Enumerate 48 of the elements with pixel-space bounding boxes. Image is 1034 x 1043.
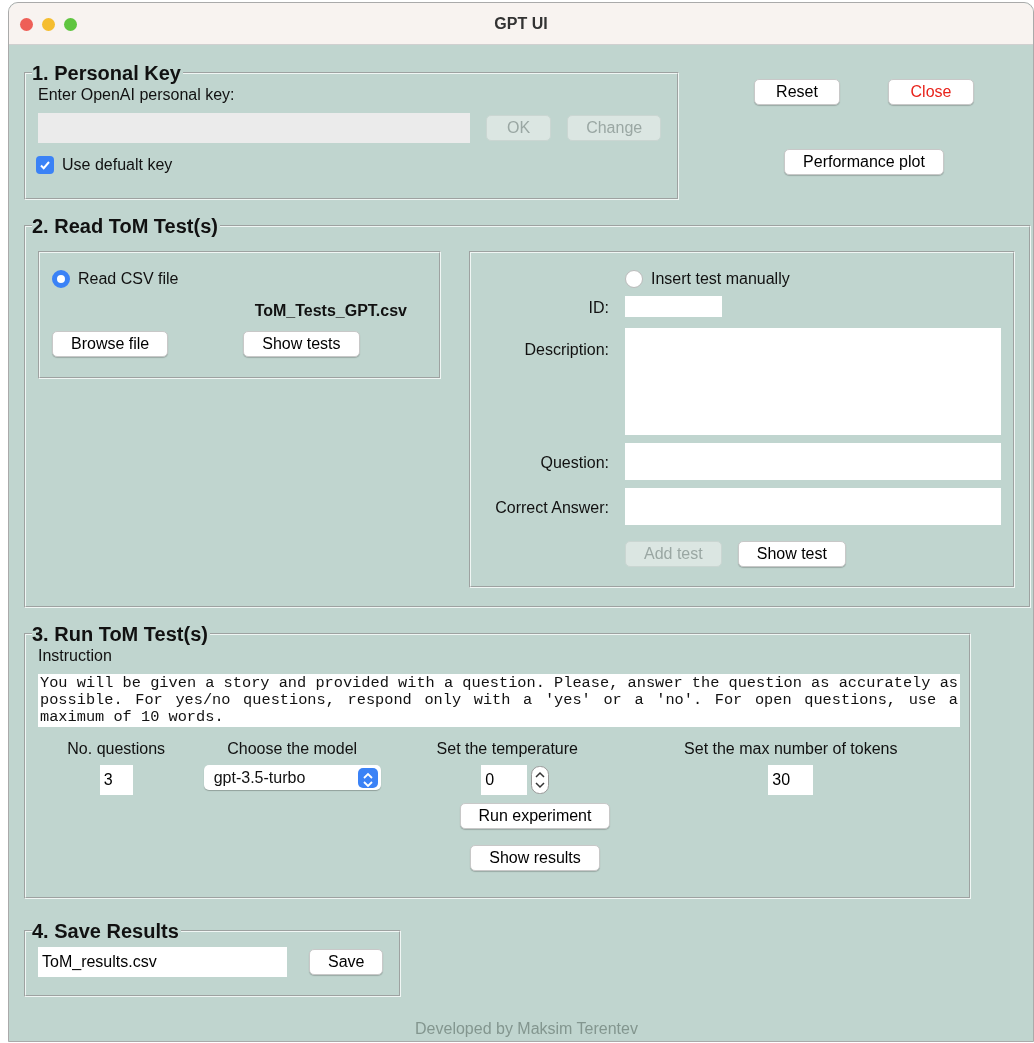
- field-label: Choose the model: [227, 739, 358, 759]
- performance-plot-button[interactable]: Performance plot: [784, 149, 944, 175]
- show-results-button[interactable]: Show results: [470, 845, 600, 871]
- browse-file-button[interactable]: Browse file: [52, 331, 169, 357]
- field-label: Question:: [539, 453, 609, 473]
- spinner-icon[interactable]: [531, 766, 550, 794]
- field-label: Enter OpenAI personal key:: [38, 85, 236, 105]
- section-title: 2. Read ToM Test(s): [32, 216, 219, 236]
- field-label: Set the max number of tokens: [684, 739, 898, 759]
- radio-button[interactable]: [52, 270, 70, 288]
- radio-label: Insert test manually: [651, 269, 790, 289]
- radio-label: Read CSV file: [78, 269, 179, 289]
- field-label: Instruction: [38, 646, 113, 666]
- field-label: ID:: [587, 298, 609, 318]
- show-test-button[interactable]: Show test: [737, 541, 846, 567]
- number-field[interactable]: 3: [99, 765, 133, 795]
- field-label: Description:: [523, 340, 609, 360]
- file-name: ToM_Tests_GPT.csv: [254, 302, 407, 319]
- section-title: 3. Run ToM Test(s): [32, 624, 209, 644]
- close-button[interactable]: Close: [888, 79, 974, 105]
- number-field[interactable]: 30: [768, 765, 814, 795]
- field-label: Correct Answer:: [494, 498, 609, 518]
- dropdown-icon: [357, 767, 378, 788]
- maximize-icon[interactable]: [64, 18, 77, 31]
- instruction-text[interactable]: You will be given a story and provided with a question. Please, answer the question as accurately as possible. For yes/no questions, respond only with a 'yes' or a 'no'. For open questions, use a maximum of 10 words.: [38, 674, 960, 727]
- footer-text: Developed by Maksim Terentev: [415, 1020, 638, 1037]
- checkbox[interactable]: [36, 156, 54, 174]
- input-field[interactable]: [625, 328, 1001, 435]
- check-icon: [39, 159, 51, 171]
- section-title: 4. Save Results: [32, 921, 180, 941]
- run-experiment-button[interactable]: Run experiment: [459, 803, 611, 829]
- input-field[interactable]: [625, 488, 1001, 525]
- radio-button[interactable]: [625, 270, 643, 288]
- field-label: Set the temperature: [436, 739, 578, 759]
- file-name-field[interactable]: ToM_results.csv: [38, 947, 287, 977]
- checkbox-label: Use defualt key: [62, 155, 173, 175]
- input-field[interactable]: [625, 443, 1001, 480]
- minimize-icon[interactable]: [42, 18, 55, 31]
- section-title: 1. Personal Key: [32, 63, 182, 83]
- reset-button[interactable]: Reset: [754, 79, 840, 105]
- save-button[interactable]: Save: [309, 949, 384, 975]
- window-title: GPT UI: [494, 13, 548, 34]
- number-field[interactable]: 0: [481, 765, 528, 795]
- close-icon[interactable]: [20, 18, 33, 31]
- input-field[interactable]: [625, 296, 722, 317]
- field-label: No. questions: [67, 739, 166, 759]
- show-tests-button[interactable]: Show tests: [243, 331, 360, 357]
- model-dropdown[interactable]: gpt-3.5-turbo: [203, 765, 381, 790]
